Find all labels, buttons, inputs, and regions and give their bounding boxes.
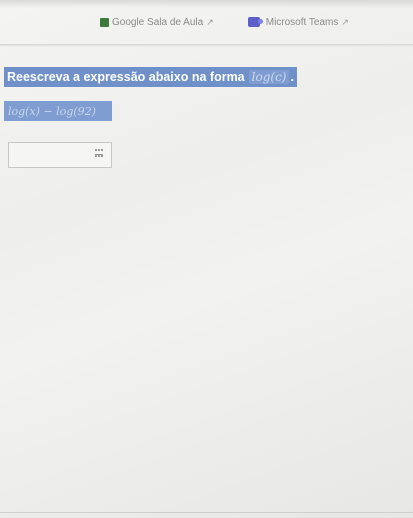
external-link-icon: ↗ [341,16,349,27]
given-expression: log(x) − log(92) [4,101,112,121]
fraction-denominator-slot [95,155,103,159]
prompt-text: Reescreva a expressão abaixo na forma [7,70,245,84]
external-links-bar: Google Sala de Aula ↗ Microsoft Teams ↗ [100,12,400,32]
microsoft-teams-link[interactable]: Microsoft Teams ↗ [247,16,349,28]
top-shadow [0,0,413,8]
microsoft-teams-icon [247,17,263,27]
header-divider [0,44,413,47]
google-classroom-icon [100,17,109,27]
question-prompt: Reescreva a expressão abaixo na forma lo… [4,67,297,87]
target-form-expression: log(c) [248,70,290,84]
fraction-template-icon[interactable] [95,149,103,159]
prompt-period: . [290,70,294,84]
external-link-icon: ↗ [206,16,214,27]
bottom-edge-line [0,512,413,513]
microsoft-teams-label: Microsoft Teams [265,16,339,28]
google-classroom-link[interactable]: Google Sala de Aula ↗ [100,17,214,28]
google-classroom-label: Google Sala de Aula [112,16,204,28]
fraction-numerator-slot [95,149,103,153]
